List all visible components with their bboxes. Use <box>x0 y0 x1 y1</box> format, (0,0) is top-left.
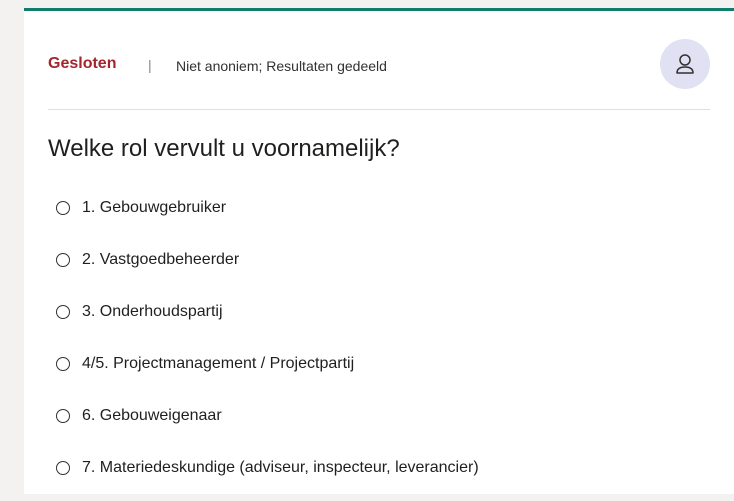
form-card: Gesloten | Niet anoniem; Resultaten gede… <box>24 8 734 494</box>
option-label: 4/5. Projectmanagement / Projectpartij <box>82 355 355 372</box>
radio-button[interactable] <box>56 253 70 267</box>
option-4[interactable]: 4/5. Projectmanagement / Projectpartij <box>56 345 479 383</box>
option-5[interactable]: 6. Gebouweigenaar <box>56 397 479 435</box>
option-label: 7. Materiedeskundige (adviseur, inspecte… <box>82 459 479 476</box>
person-icon <box>676 54 694 74</box>
radio-button[interactable] <box>56 357 70 371</box>
option-label: 2. Vastgoedbeheerder <box>82 251 240 268</box>
option-6[interactable]: 7. Materiedeskundige (adviseur, inspecte… <box>56 449 479 487</box>
radio-button[interactable] <box>56 409 70 423</box>
header-separator: | <box>148 57 152 73</box>
radio-button[interactable] <box>56 305 70 319</box>
option-label: 6. Gebouweigenaar <box>82 407 222 424</box>
form-header: Gesloten | Niet anoniem; Resultaten gede… <box>48 39 710 110</box>
radio-button[interactable] <box>56 201 70 215</box>
answer-options: 1. Gebouwgebruiker 2. Vastgoedbeheerder … <box>56 189 479 501</box>
question-title: Welke rol vervult u voornamelijk? <box>48 135 400 162</box>
status-label: Gesloten <box>48 55 117 72</box>
option-1[interactable]: 1. Gebouwgebruiker <box>56 189 479 227</box>
option-3[interactable]: 3. Onderhoudspartij <box>56 293 479 331</box>
form-meta-info: Niet anoniem; Resultaten gedeeld <box>176 58 387 74</box>
option-label: 1. Gebouwgebruiker <box>82 199 227 216</box>
option-2[interactable]: 2. Vastgoedbeheerder <box>56 241 479 279</box>
radio-button[interactable] <box>56 461 70 475</box>
avatar[interactable] <box>660 39 710 89</box>
option-label: 3. Onderhoudspartij <box>82 303 223 320</box>
